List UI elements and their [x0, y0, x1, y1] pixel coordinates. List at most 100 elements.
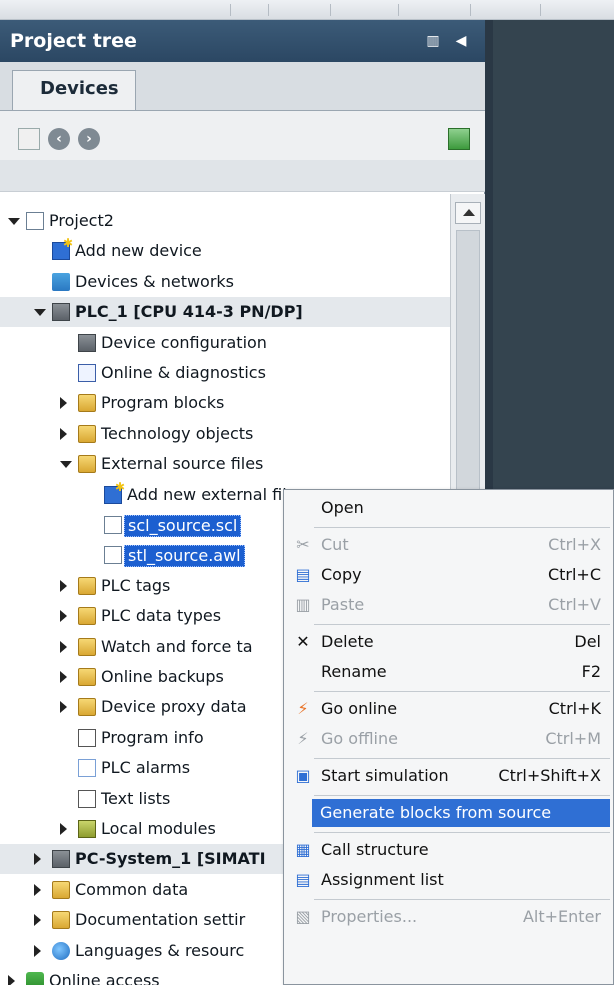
tree-item-label: PLC_1 [CPU 414-3 PN/DP] [75, 302, 303, 322]
collapsed-arrow-icon[interactable] [60, 427, 67, 440]
collapsed-arrow-icon[interactable] [34, 944, 41, 957]
network-icon [52, 272, 70, 291]
folder-icon [78, 455, 96, 474]
menu-separator [314, 899, 610, 900]
tree-item-label: scl_source.scl [124, 515, 242, 537]
menu-item-label: Start simulation [321, 766, 449, 785]
menu-item-open[interactable]: Open [285, 494, 613, 522]
new-item-icon[interactable] [18, 128, 40, 150]
tree-item-label: Online access [49, 971, 160, 985]
menu-item-paste[interactable]: ▥ Paste Ctrl+V [285, 591, 613, 619]
plc-device-icon [78, 333, 96, 352]
tree-item-label: Device proxy data [101, 697, 247, 717]
tree-item-label: Text lists [101, 788, 171, 808]
menu-item-go-offline[interactable]: ⚡ Go offline Ctrl+M [285, 725, 613, 753]
collapsed-arrow-icon[interactable] [60, 671, 67, 683]
globe-icon [52, 941, 70, 960]
menu-item-label: Open [321, 498, 364, 517]
expanded-arrow-icon[interactable] [8, 218, 20, 225]
menu-separator [314, 624, 610, 625]
back-icon[interactable]: ‹ [48, 128, 70, 150]
tree-item-label: Local modules [101, 819, 216, 838]
collapsed-arrow-icon[interactable] [60, 701, 67, 714]
menu-item-call-structure[interactable]: ▦ Call structure [285, 836, 613, 864]
collapsed-arrow-icon[interactable] [60, 610, 67, 623]
menu-item-shortcut: Ctrl+M [545, 729, 601, 748]
collapsed-arrow-icon[interactable] [34, 853, 41, 866]
folder-icon [52, 880, 70, 899]
menu-item-start-simulation[interactable]: ▣ Start simulation Ctrl+Shift+X [285, 762, 613, 790]
menu-item-go-online[interactable]: ⚡ Go online Ctrl+K [285, 695, 613, 723]
menu-item-shortcut: Del [574, 632, 601, 651]
tree-item-label: Common data [75, 879, 189, 899]
tab-devices[interactable]: Devices [12, 70, 136, 110]
export-icon[interactable] [448, 128, 470, 150]
menu-item-properties[interactable]: ▧ Properties... Alt+Enter [285, 903, 613, 931]
menu-item-label: Properties... [321, 907, 418, 926]
add-new-icon [104, 480, 125, 504]
expanded-arrow-icon[interactable] [60, 461, 72, 469]
tree-item-label: Devices & networks [75, 271, 235, 291]
menu-item-label: Delete [321, 632, 374, 651]
collapsed-arrow-icon[interactable] [60, 640, 67, 653]
menu-item-cut[interactable]: ✂ Cut Ctrl+X [285, 531, 613, 559]
tab-row: Devices [0, 62, 485, 120]
menu-item-rename[interactable]: Rename F2 [285, 658, 613, 686]
menu-item-shortcut: Ctrl+X [548, 535, 601, 554]
tree-item-label: External source files [101, 454, 264, 474]
tree-item-label: PLC alarms [101, 758, 191, 778]
tree-item-label: Documentation settir [75, 910, 246, 930]
menu-item-shortcut: F2 [581, 662, 601, 681]
collapsed-arrow-icon[interactable] [34, 914, 41, 927]
menu-item-label: Copy [321, 565, 362, 584]
forward-icon[interactable]: › [78, 128, 100, 150]
list-icon [78, 789, 96, 808]
menu-item-assignment-list[interactable]: ▤ Assignment list [285, 866, 613, 894]
collapsed-arrow-icon[interactable] [8, 975, 15, 985]
collapsed-arrow-icon[interactable] [60, 579, 67, 592]
menu-item-label: Call structure [321, 840, 429, 859]
expanded-arrow-icon[interactable] [34, 309, 46, 317]
scissors-icon: ✂ [296, 535, 310, 554]
collapsed-arrow-icon[interactable] [34, 883, 41, 896]
menu-item-shortcut: Ctrl+K [548, 699, 601, 718]
menu-item-label: Paste [321, 595, 365, 614]
collapsed-arrow-icon[interactable] [60, 397, 67, 410]
list-icon [78, 728, 96, 747]
document-icon [104, 546, 122, 565]
alarm-icon [78, 759, 96, 778]
menu-item-label: Go online [321, 699, 398, 718]
menu-item-delete[interactable]: ✕ Delete Del [285, 628, 613, 656]
context-menu: Open ✂ Cut Ctrl+X ▤ Copy Ctrl+C ▥ Paste Ctrl+V ✕ De… [283, 489, 614, 985]
plc-device-icon [52, 850, 70, 869]
add-new-icon [52, 236, 73, 261]
menu-item-generate-blocks-from-source[interactable]: Generate blocks from source [312, 799, 610, 827]
top-toolbar-strip [0, 0, 614, 20]
menu-item-copy[interactable]: ▤ Copy Ctrl+C [285, 561, 613, 589]
copy-icon: ▤ [295, 565, 311, 584]
paste-icon: ▥ [295, 595, 311, 614]
folder-icon [78, 637, 96, 656]
layout-toggle-icon[interactable]: ▥ [424, 32, 442, 50]
scroll-up-button[interactable] [455, 202, 481, 224]
collapse-panel-icon[interactable]: ◀ [452, 32, 470, 50]
folder-icon [52, 911, 70, 930]
tree-item-label: PLC tags [101, 575, 171, 595]
tree-toolbar: ‹ › [0, 120, 485, 160]
assignment-list-icon: ▤ [295, 870, 311, 889]
tree-item-label: Project2 [49, 211, 114, 230]
menu-item-label: Go offline [321, 729, 398, 748]
folder-icon [78, 668, 96, 686]
menu-separator [314, 758, 610, 759]
tree-item-label: Watch and force ta [101, 636, 253, 656]
tree-item-label: Device configuration [101, 332, 267, 352]
menu-item-shortcut: Ctrl+V [548, 595, 601, 614]
module-icon [78, 820, 96, 838]
collapsed-arrow-icon[interactable] [60, 823, 67, 835]
menu-item-shortcut: Ctrl+C [547, 565, 601, 584]
tree-item-label: PC-System_1 [SIMATI [75, 849, 266, 869]
online-access-icon [26, 972, 44, 985]
diagnostics-icon [78, 364, 96, 382]
filter-bar [0, 160, 485, 192]
tree-item-label: Add new external file [127, 484, 297, 504]
